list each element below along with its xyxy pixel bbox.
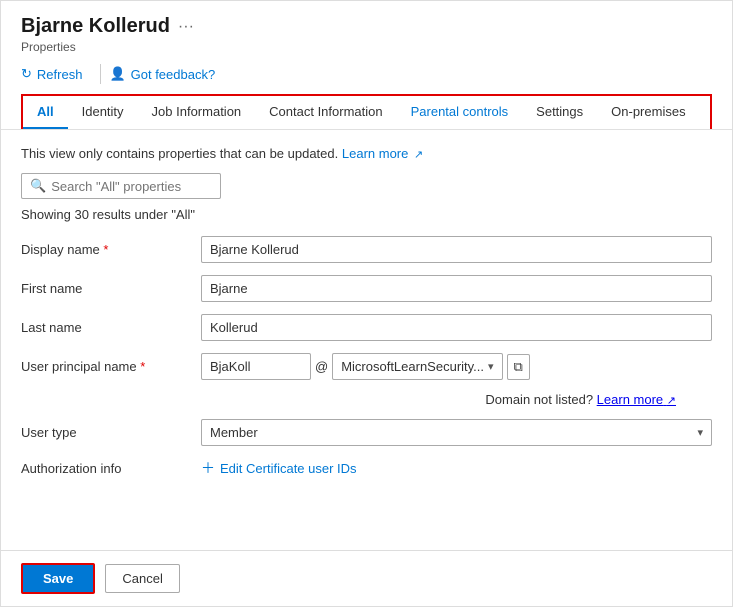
last-name-input[interactable]	[201, 314, 712, 341]
header-title-row: Bjarne Kollerud ···	[21, 15, 712, 38]
form-grid: Display name * First name Last name User…	[21, 236, 712, 478]
feedback-icon: 👤	[109, 66, 125, 82]
first-name-label: First name	[21, 281, 201, 296]
upn-row: @ MicrosoftLearnSecurity... ▾ ⧉	[201, 353, 712, 380]
upn-label: User principal name *	[21, 359, 201, 374]
display-name-input[interactable]	[201, 236, 712, 263]
external-link-icon: ↗	[414, 149, 423, 161]
chevron-down-icon: ▾	[488, 360, 494, 373]
tab-settings[interactable]: Settings	[522, 96, 597, 129]
user-type-label: User type	[21, 425, 201, 440]
last-name-label: Last name	[21, 320, 201, 335]
tabs-row: All Identity Job Information Contact Inf…	[21, 94, 712, 129]
learn-more-domain-link[interactable]: Learn more ↗	[597, 392, 676, 407]
feedback-button[interactable]: 👤 Got feedback?	[109, 62, 225, 86]
upn-prefix-input[interactable]	[201, 353, 311, 380]
at-sign: @	[315, 359, 328, 374]
header: Bjarne Kollerud ··· Properties ↻ Refresh…	[1, 1, 732, 130]
user-type-select[interactable]: Member ▾	[201, 419, 712, 446]
info-text: This view only contains properties that …	[21, 146, 712, 161]
first-name-input[interactable]	[201, 275, 712, 302]
auth-info-label: Authorization info	[21, 461, 201, 476]
tab-parental-controls[interactable]: Parental controls	[397, 96, 523, 129]
page-subtitle: Properties	[21, 40, 712, 54]
learn-more-link[interactable]: Learn more ↗	[342, 146, 423, 161]
refresh-button[interactable]: ↻ Refresh	[21, 62, 92, 86]
refresh-icon: ↻	[21, 66, 32, 82]
content-area: This view only contains properties that …	[1, 130, 732, 550]
search-box[interactable]: 🔍	[21, 173, 221, 199]
copy-icon: ⧉	[514, 359, 523, 374]
tab-contact-information[interactable]: Contact Information	[255, 96, 396, 129]
external-link-icon-2: ↗	[667, 395, 676, 407]
domain-not-listed-row: Domain not listed? Learn more ↗	[21, 392, 712, 407]
domain-select[interactable]: MicrosoftLearnSecurity... ▾	[332, 353, 502, 380]
required-star: *	[103, 242, 108, 257]
tab-all[interactable]: All	[23, 96, 68, 129]
auth-info-row[interactable]: ＋ Edit Certificate user IDs	[201, 458, 712, 478]
cancel-button[interactable]: Cancel	[105, 564, 179, 593]
page-wrapper: Bjarne Kollerud ··· Properties ↻ Refresh…	[0, 0, 733, 607]
save-button[interactable]: Save	[21, 563, 95, 594]
tab-on-premises[interactable]: On-premises	[597, 96, 699, 129]
user-type-value: Member	[210, 425, 697, 440]
domain-select-text: MicrosoftLearnSecurity...	[341, 359, 484, 374]
plus-icon: ＋	[201, 458, 215, 478]
search-icon: 🔍	[30, 178, 46, 194]
page-title: Bjarne Kollerud	[21, 15, 170, 38]
footer: Save Cancel	[1, 550, 732, 606]
header-divider	[100, 64, 101, 84]
upn-required-star: *	[140, 359, 145, 374]
search-input[interactable]	[51, 179, 211, 194]
ellipsis-menu[interactable]: ···	[178, 18, 194, 36]
results-label: Showing 30 results under "All"	[21, 207, 712, 222]
auth-info-action-label: Edit Certificate user IDs	[220, 461, 357, 476]
user-type-chevron-icon: ▾	[697, 426, 703, 439]
tab-job-information[interactable]: Job Information	[138, 96, 256, 129]
copy-button[interactable]: ⧉	[507, 354, 530, 380]
display-name-label: Display name *	[21, 242, 201, 257]
tab-identity[interactable]: Identity	[68, 96, 138, 129]
header-actions: ↻ Refresh 👤 Got feedback?	[21, 62, 712, 86]
